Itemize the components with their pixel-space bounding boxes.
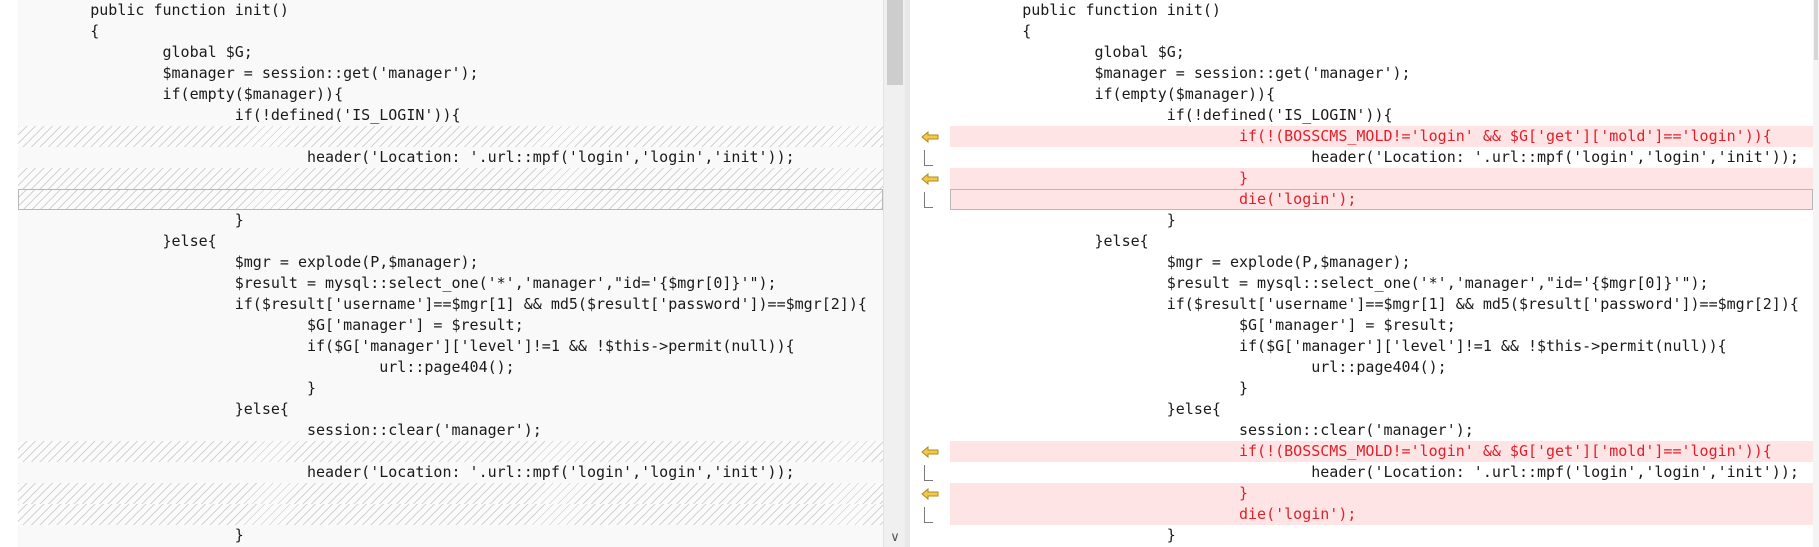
code-line[interactable]: header('Location: '.url::mpf('login','lo… — [950, 147, 1813, 168]
code-line[interactable]: } — [18, 525, 883, 546]
code-line[interactable]: } — [950, 210, 1813, 231]
code-line[interactable]: url::page404(); — [18, 357, 883, 378]
code-line[interactable]: public function init() — [18, 0, 883, 21]
right-file-pane[interactable]: public function init() { global $G; $man… — [950, 0, 1819, 547]
diff-bracket — [924, 150, 933, 166]
code-line[interactable]: } — [18, 378, 883, 399]
code-line[interactable]: $mgr = explode(P,$manager); — [950, 252, 1813, 273]
code-line[interactable]: if(empty($manager)){ — [18, 84, 883, 105]
diff-bracket — [924, 192, 933, 208]
scroll-down-arrow-icon[interactable]: ∨ — [884, 529, 906, 547]
code-line[interactable]: $result = mysql::select_one('*','manager… — [18, 273, 883, 294]
right-scrollbar-thumb[interactable] — [1814, 0, 1818, 60]
code-line[interactable]: $G['manager'] = $result; — [950, 315, 1813, 336]
code-line[interactable]: }else{ — [18, 231, 883, 252]
changed-code-line[interactable]: } — [950, 483, 1813, 504]
code-line[interactable]: if(empty($manager)){ — [950, 84, 1813, 105]
code-line[interactable]: }else{ — [950, 399, 1813, 420]
code-line[interactable]: if($result['username']==$mgr[1] && md5($… — [950, 294, 1813, 315]
left-file-pane[interactable]: public function init() { global $G; $man… — [0, 0, 883, 547]
placeholder-line[interactable] — [18, 126, 883, 147]
code-line[interactable]: $manager = session::get('manager'); — [950, 63, 1813, 84]
code-line[interactable]: global $G; — [18, 42, 883, 63]
copy-left-arrow-icon[interactable] — [918, 483, 942, 504]
right-code-view[interactable]: public function init() { global $G; $man… — [950, 0, 1813, 546]
diff-bracket — [924, 465, 933, 481]
code-line[interactable]: public function init() — [950, 0, 1813, 21]
code-line[interactable]: session::clear('manager'); — [950, 420, 1813, 441]
left-code-view[interactable]: public function init() { global $G; $man… — [18, 0, 883, 546]
code-line[interactable]: } — [18, 210, 883, 231]
code-line[interactable]: if($G['manager']['level']!=1 && !$this->… — [950, 336, 1813, 357]
copy-left-arrow-icon[interactable] — [918, 168, 942, 189]
code-line[interactable]: header('Location: '.url::mpf('login','lo… — [18, 147, 883, 168]
code-line[interactable]: $G['manager'] = $result; — [18, 315, 883, 336]
code-line[interactable]: session::clear('manager'); — [18, 420, 883, 441]
placeholder-line[interactable] — [18, 504, 883, 525]
placeholder-line[interactable] — [18, 189, 883, 210]
code-line[interactable]: if($G['manager']['level']!=1 && !$this->… — [18, 336, 883, 357]
code-line[interactable]: if(!defined('IS_LOGIN')){ — [18, 105, 883, 126]
changed-code-line[interactable]: die('login'); — [950, 189, 1813, 210]
code-line[interactable]: $manager = session::get('manager'); — [18, 63, 883, 84]
placeholder-line[interactable] — [18, 483, 883, 504]
code-line[interactable]: if(!defined('IS_LOGIN')){ — [950, 105, 1813, 126]
changed-code-line[interactable]: if(!(BOSSCMS_MOLD!='login' && $G['get'][… — [950, 441, 1813, 462]
changed-code-line[interactable]: die('login'); — [950, 504, 1813, 525]
changed-code-line[interactable]: if(!(BOSSCMS_MOLD!='login' && $G['get'][… — [950, 126, 1813, 147]
code-line[interactable]: } — [950, 525, 1813, 546]
code-line[interactable]: $result = mysql::select_one('*','manager… — [950, 273, 1813, 294]
changed-code-line[interactable]: } — [950, 168, 1813, 189]
placeholder-line[interactable] — [18, 168, 883, 189]
code-line[interactable]: header('Location: '.url::mpf('login','lo… — [18, 462, 883, 483]
right-vertical-scrollbar[interactable] — [1813, 0, 1819, 547]
left-scrollbar-thumb[interactable] — [887, 0, 903, 85]
code-line[interactable]: global $G; — [950, 42, 1813, 63]
code-line[interactable]: { — [950, 21, 1813, 42]
copy-left-arrow-icon[interactable] — [918, 126, 942, 147]
code-line[interactable]: if($result['username']==$mgr[1] && md5($… — [18, 294, 883, 315]
code-line[interactable]: }else{ — [950, 231, 1813, 252]
diff-bracket — [924, 507, 933, 523]
copy-left-arrow-icon[interactable] — [918, 441, 942, 462]
code-line[interactable]: }else{ — [18, 399, 883, 420]
placeholder-line[interactable] — [18, 441, 883, 462]
left-vertical-scrollbar[interactable]: ∨ — [883, 0, 906, 547]
diff-marker-column — [910, 0, 950, 547]
left-gutter — [0, 0, 18, 547]
code-line[interactable]: $mgr = explode(P,$manager); — [18, 252, 883, 273]
code-line[interactable]: } — [950, 378, 1813, 399]
code-line[interactable]: { — [18, 21, 883, 42]
code-line[interactable]: url::page404(); — [950, 357, 1813, 378]
code-line[interactable]: header('Location: '.url::mpf('login','lo… — [950, 462, 1813, 483]
